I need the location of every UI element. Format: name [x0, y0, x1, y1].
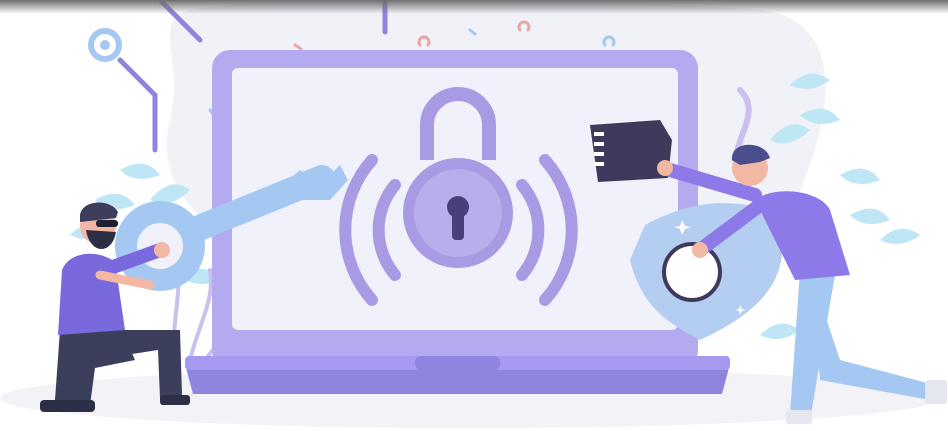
illustration-canvas: [0, 0, 947, 428]
security-illustration: [0, 0, 948, 431]
top-edge-shadow: [0, 0, 948, 14]
laptop-notch: [415, 356, 500, 370]
